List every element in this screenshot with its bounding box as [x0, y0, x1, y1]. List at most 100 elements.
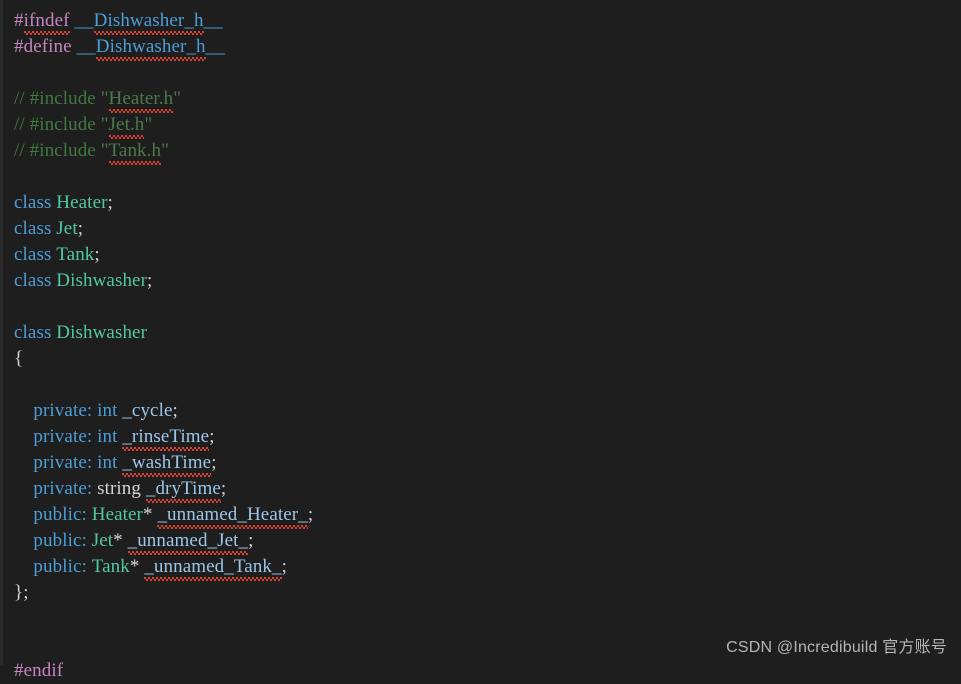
code-token: ;: [281, 556, 287, 577]
code-line[interactable]: public: Jet* _unnamed_Jet_;: [14, 528, 961, 555]
code-line[interactable]: [14, 606, 961, 632]
code-token: Heater: [56, 192, 108, 213]
code-line[interactable]: // #include "Jet.h": [14, 112, 961, 139]
spellcheck-token: Dishwasher_h: [93, 8, 204, 35]
code-token: #endif: [14, 660, 64, 681]
code-line[interactable]: // #include "Heater.h": [14, 86, 961, 113]
code-token: _cycle: [122, 400, 173, 421]
code-token: ": [100, 88, 109, 109]
code-token: class: [14, 218, 52, 239]
code-token: int: [97, 452, 118, 473]
code-line[interactable]: #endif: [14, 658, 961, 684]
spellcheck-token: Dishwasher_h: [95, 34, 206, 61]
code-line[interactable]: #ifndef __Dishwasher_h__: [14, 8, 961, 35]
spellcheck-token: Tank.h: [108, 138, 162, 165]
code-token: ": [100, 140, 109, 161]
code-token: ": [100, 114, 109, 135]
code-token: ;: [107, 192, 113, 213]
code-token: public:: [33, 504, 87, 525]
code-token: ;: [77, 218, 84, 239]
code-token: Dishwasher: [56, 270, 147, 291]
code-token: class: [14, 322, 52, 343]
code-line[interactable]: {: [14, 346, 961, 372]
code-token: Jet: [91, 530, 114, 551]
code-token: private:: [33, 400, 93, 421]
code-token: // #include: [14, 114, 101, 135]
code-line[interactable]: private: int _washTime;: [14, 450, 961, 477]
spellcheck-token: _dryTime: [145, 476, 221, 503]
code-line[interactable]: #define __Dishwasher_h__: [14, 34, 961, 61]
code-line[interactable]: };: [14, 580, 961, 606]
code-token: Tank: [56, 244, 95, 265]
editor-gutter-strip: [0, 0, 3, 665]
code-token: // #include: [14, 140, 101, 161]
code-token: __: [76, 36, 96, 57]
code-line[interactable]: public: Heater* _unnamed_Heater_;: [14, 502, 961, 529]
code-token: *: [113, 530, 128, 551]
code-token: __: [205, 36, 225, 57]
code-line[interactable]: [14, 372, 961, 398]
code-line[interactable]: class Tank;: [14, 242, 961, 268]
code-token: class: [14, 270, 52, 291]
csdn-watermark: CSDN @Incredibuild 官方账号: [726, 639, 947, 656]
code-token: class: [14, 244, 52, 265]
code-token: // #include: [14, 88, 101, 109]
code-token: int: [97, 426, 118, 447]
code-line[interactable]: [14, 60, 961, 86]
code-token: public:: [33, 556, 87, 577]
spellcheck-token: ifndef: [23, 8, 70, 35]
code-content[interactable]: #ifndef __Dishwasher_h__ #define __Dishwa…: [14, 8, 961, 681]
code-line[interactable]: // #include "Tank.h": [14, 138, 961, 165]
spellcheck-token: _unnamed_Jet_: [127, 528, 249, 555]
code-token: ": [173, 88, 182, 109]
code-line[interactable]: private: int _cycle;: [14, 398, 961, 424]
code-line[interactable]: class Heater;: [14, 190, 961, 216]
code-token: Heater: [91, 504, 143, 525]
code-token: {: [14, 348, 24, 369]
code-line[interactable]: class Dishwasher;: [14, 268, 961, 294]
code-token: int: [97, 400, 118, 421]
code-token: __: [203, 10, 223, 31]
spellcheck-token: Heater.h: [108, 86, 174, 113]
code-line[interactable]: class Jet;: [14, 216, 961, 242]
code-token: *: [142, 504, 158, 525]
code-token: ;: [94, 244, 100, 265]
code-token: Tank: [91, 556, 130, 577]
code-token: ;: [248, 530, 254, 551]
spellcheck-token: _rinseTime: [122, 424, 209, 451]
code-line[interactable]: [14, 164, 961, 190]
code-line[interactable]: public: Tank* _unnamed_Tank_;: [14, 554, 961, 581]
code-line[interactable]: private: string _dryTime;: [14, 476, 961, 503]
code-token: private:: [33, 452, 93, 473]
code-token: class: [14, 192, 52, 213]
code-line[interactable]: [14, 294, 961, 320]
spellcheck-token: Jet.h: [108, 112, 145, 139]
code-token: private:: [33, 426, 93, 447]
code-line[interactable]: class Dishwasher: [14, 320, 961, 346]
spellcheck-token: _washTime: [122, 450, 211, 477]
code-token: #define: [14, 36, 72, 57]
code-token: __: [74, 10, 94, 31]
code-token: ": [161, 140, 169, 161]
code-token: ;: [307, 504, 314, 525]
code-line[interactable]: private: int _rinseTime;: [14, 424, 961, 451]
code-token: ": [144, 114, 153, 135]
code-token: private:: [33, 478, 93, 499]
code-token: ;: [147, 270, 153, 291]
spellcheck-token: _unnamed_Tank_: [144, 554, 282, 581]
code-token: Dishwasher: [56, 322, 147, 343]
code-token: string: [97, 478, 141, 499]
spellcheck-token: _unnamed_Heater_: [157, 502, 309, 529]
code-token: ;: [211, 452, 217, 473]
code-token: ;: [209, 426, 215, 447]
code-token: };: [14, 582, 29, 603]
code-token: public:: [33, 530, 87, 551]
code-editor-surface[interactable]: #ifndef __Dishwasher_h__ #define __Dishwa…: [0, 0, 961, 681]
